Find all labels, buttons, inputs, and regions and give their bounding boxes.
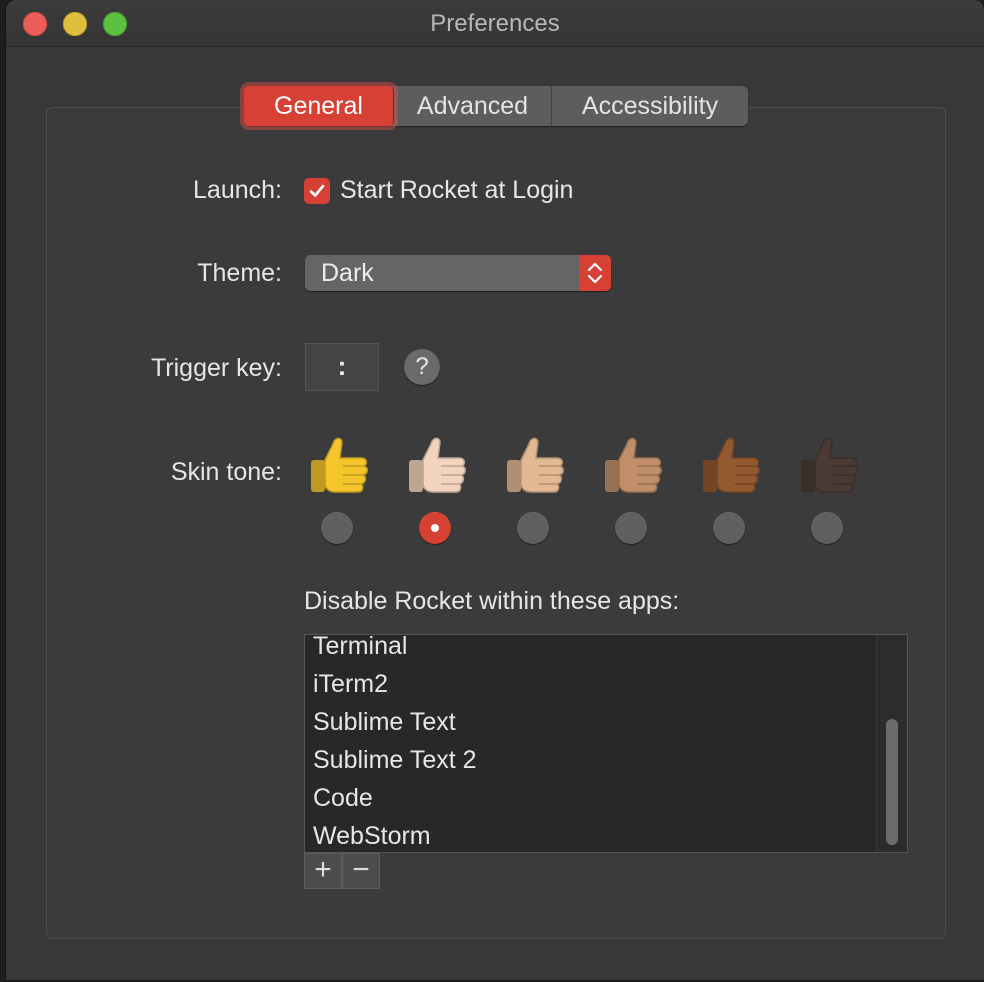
thumbs-up-icon	[793, 430, 863, 500]
thumbs-up-icon	[597, 430, 667, 500]
skin-tone-radio[interactable]	[713, 512, 745, 544]
skin-tone-radio[interactable]	[615, 512, 647, 544]
thumbs-up-icon	[695, 430, 765, 500]
vertical-scrollbar[interactable]	[876, 635, 907, 852]
list-content: Terminal iTerm2 Sublime Text Sublime Tex…	[313, 635, 477, 852]
theme-select-value: Dark	[321, 259, 374, 287]
list-item[interactable]: Sublime Text 2	[313, 741, 477, 779]
skin-tone-radio[interactable]	[321, 512, 353, 544]
checkmark-icon	[309, 184, 325, 197]
start-at-login-label[interactable]: Start Rocket at Login	[340, 176, 573, 205]
thumbs-up-icon	[401, 430, 471, 500]
theme-label: Theme:	[197, 259, 282, 287]
add-app-button[interactable]: +	[304, 853, 342, 889]
trigger-key-field[interactable]: :	[305, 343, 379, 391]
list-item[interactable]: Terminal	[313, 635, 477, 665]
disabled-apps-list[interactable]: Terminal iTerm2 Sublime Text Sublime Tex…	[304, 634, 908, 853]
skin-tone-radio[interactable]	[419, 512, 451, 544]
tab-general[interactable]: General	[244, 86, 394, 126]
title-bar: Preferences	[6, 0, 984, 47]
start-at-login-checkbox[interactable]	[304, 178, 330, 204]
preferences-window: Preferences General Advanced Accessibili…	[6, 0, 984, 980]
skin-tone-label: Skin tone:	[170, 458, 282, 486]
window-title: Preferences	[430, 10, 560, 37]
thumbs-up-icon	[303, 430, 373, 500]
thumbs-up-icon	[499, 430, 569, 500]
remove-app-button[interactable]: −	[342, 853, 380, 889]
tab-advanced[interactable]: Advanced	[394, 86, 552, 126]
skin-tone-radio[interactable]	[517, 512, 549, 544]
theme-select[interactable]: Dark	[305, 255, 611, 291]
list-item[interactable]: WebStorm	[313, 817, 477, 852]
help-button[interactable]: ?	[404, 349, 440, 385]
tab-bar: General Advanced Accessibility	[244, 86, 748, 126]
skin-tone-radio[interactable]	[811, 512, 843, 544]
list-item[interactable]: Code	[313, 779, 477, 817]
trigger-key-label: Trigger key:	[150, 354, 282, 382]
list-item[interactable]: iTerm2	[313, 665, 477, 703]
list-item[interactable]: Sublime Text	[313, 703, 477, 741]
updown-chevron-icon	[579, 255, 611, 291]
scrollbar-thumb[interactable]	[886, 719, 898, 845]
launch-label: Launch:	[193, 176, 282, 204]
disabled-apps-label: Disable Rocket within these apps:	[304, 587, 680, 615]
tab-accessibility[interactable]: Accessibility	[552, 86, 748, 126]
